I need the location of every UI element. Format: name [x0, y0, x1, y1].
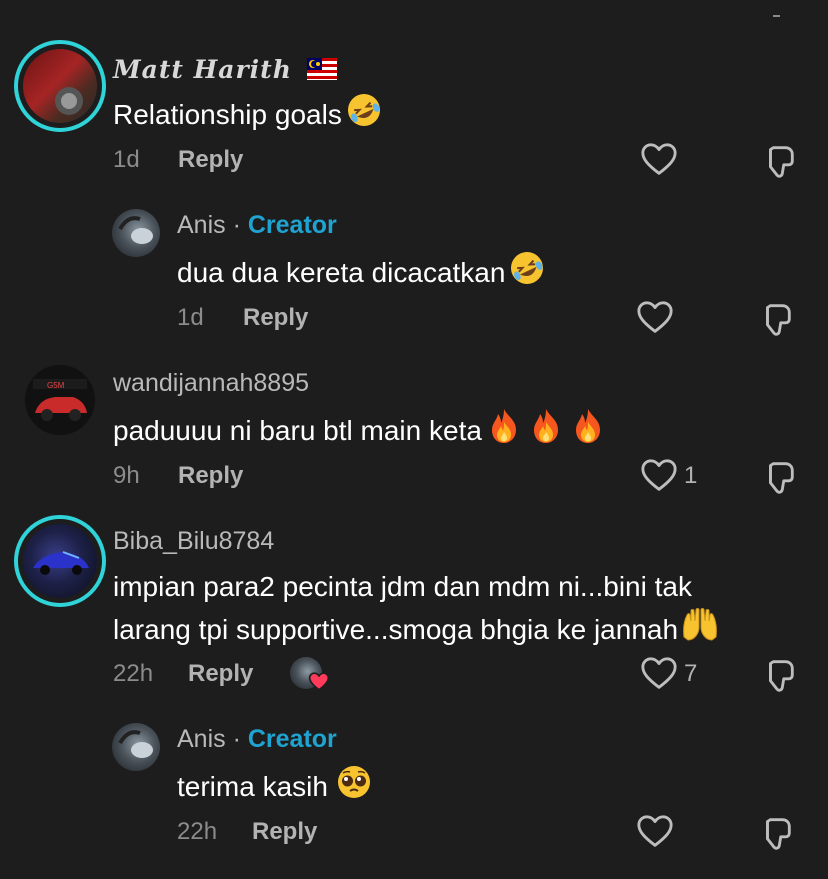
comment-meta: 1d Reply — [177, 304, 377, 334]
name-separator: · — [232, 725, 241, 753]
creator-liked-badge — [290, 657, 330, 693]
heart-outline-icon[interactable] — [636, 299, 674, 337]
username-text: wandijannah8895 — [113, 369, 310, 397]
comment-time: 22h — [177, 818, 218, 845]
fire-emoji — [572, 408, 604, 444]
avatar[interactable] — [112, 209, 160, 257]
comment-meta: 22h Reply — [177, 818, 377, 848]
thumbs-down-outline-icon[interactable] — [760, 458, 798, 496]
username-text: Anis — [177, 211, 226, 239]
svg-text:G5M: G5M — [47, 381, 65, 390]
heart-outline-icon[interactable] — [640, 457, 678, 495]
thumbs-down-outline-icon[interactable] — [760, 142, 798, 180]
avatar[interactable]: G5M — [25, 365, 95, 435]
fire-emoji — [488, 408, 520, 444]
creator-badge: Creator — [247, 211, 337, 239]
scroll-indicator — [773, 15, 780, 17]
like-count: 1 — [684, 462, 698, 489]
comment-text: terima kasih — [177, 764, 372, 807]
malaysia-flag — [306, 58, 337, 80]
like-count: 7 — [684, 660, 698, 687]
reply-button[interactable]: Reply — [178, 146, 243, 174]
heart-outline-icon[interactable] — [636, 813, 674, 851]
raising-hands-emoji — [680, 607, 720, 643]
creator-badge: Creator — [247, 725, 337, 753]
comment-text: paduuuu ni baru btl main keta — [113, 408, 604, 451]
reply-button[interactable]: Reply — [178, 462, 243, 490]
username-text: Biba_Bilu8784 — [113, 527, 275, 555]
heart-outline-icon[interactable] — [640, 655, 678, 693]
comment-meta: 9h Reply — [113, 462, 313, 492]
comment-time: 1d — [177, 304, 204, 331]
comment-text: impian para2 pecinta jdm dan mdm ni...bi… — [113, 566, 720, 650]
avatar[interactable] — [112, 723, 160, 771]
thumbs-down-outline-icon[interactable] — [757, 300, 795, 338]
comment-time: 9h — [113, 462, 140, 489]
comment-text: Relationship goals — [113, 92, 382, 135]
thumbs-down-outline-icon[interactable] — [760, 656, 798, 694]
heart-outline-icon[interactable] — [640, 141, 678, 179]
heart-filled-icon — [308, 672, 330, 691]
rolling-laughing-emoji — [346, 92, 382, 128]
reply-button[interactable]: Reply — [188, 660, 253, 688]
fire-emoji — [530, 408, 562, 444]
username-text: Anis — [177, 725, 226, 753]
comment-text: dua dua kereta dicacatkan — [177, 250, 545, 293]
avatar[interactable] — [23, 49, 97, 123]
thumbs-down-outline-icon[interactable] — [757, 814, 795, 852]
name-separator: · — [232, 211, 241, 239]
username-text: Matt Harith — [113, 55, 292, 84]
comment-text-line: impian para2 pecinta jdm dan mdm ni...bi… — [113, 571, 692, 602]
reply-button[interactable]: Reply — [252, 818, 317, 846]
reply-button[interactable]: Reply — [243, 304, 308, 332]
comment-username[interactable]: Anis · Creator — [177, 211, 337, 240]
comment-meta: 1d Reply — [113, 146, 313, 176]
comment-text-line: larang tpi supportive...smoga bhgia ke j… — [113, 607, 720, 650]
comment-username[interactable]: wandijannah8895 — [113, 369, 309, 398]
rolling-laughing-emoji — [509, 250, 545, 286]
comment-time: 22h — [113, 660, 154, 687]
pleading-face-emoji — [336, 764, 372, 800]
comment-username[interactable]: Matt Harith — [113, 55, 337, 85]
comment-meta: 22h Reply — [113, 660, 313, 690]
avatar[interactable] — [23, 524, 97, 598]
comment-time: 1d — [113, 146, 140, 173]
comment-username[interactable]: Anis · Creator — [177, 725, 337, 754]
comment-username[interactable]: Biba_Bilu8784 — [113, 527, 274, 556]
